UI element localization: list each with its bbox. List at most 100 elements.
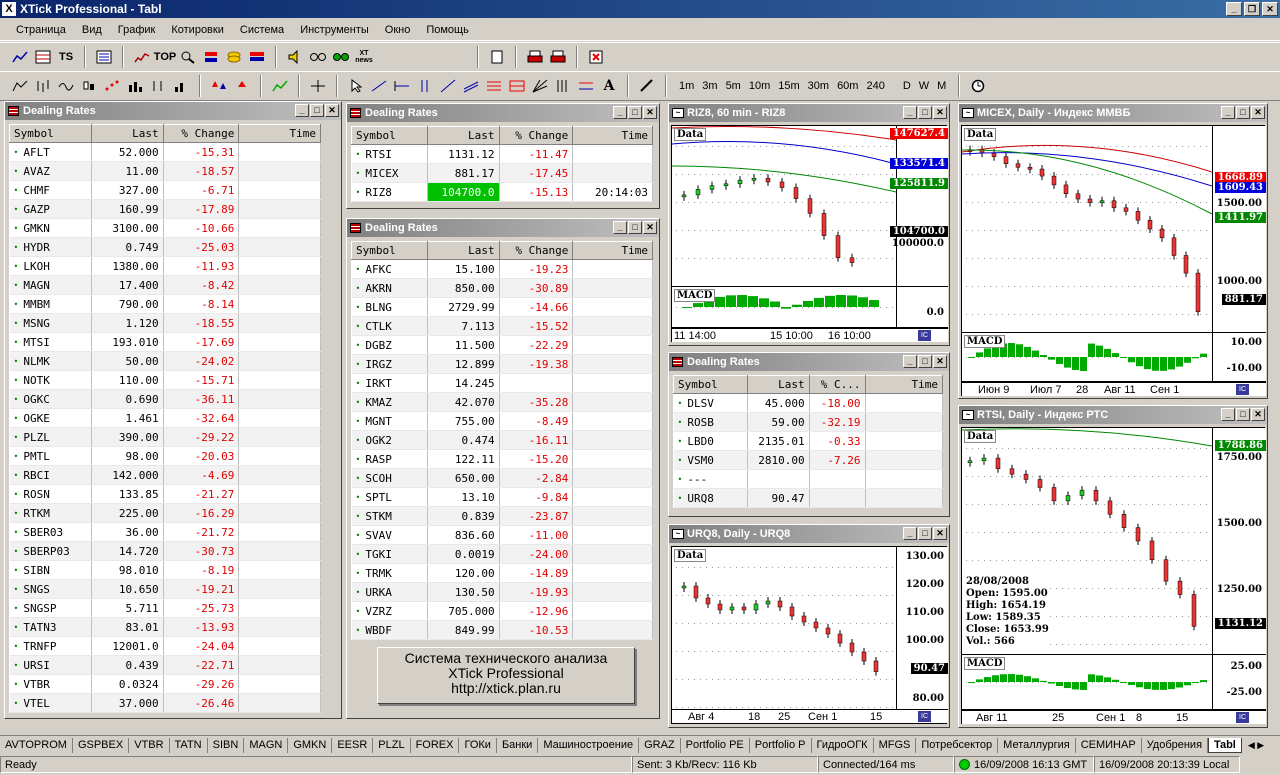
trendline-icon[interactable]	[369, 76, 389, 96]
table-row[interactable]: URSI0.439-22.71	[9, 655, 321, 675]
news-icon[interactable]	[132, 47, 152, 67]
sheet-tab[interactable]: SIBN	[208, 737, 245, 753]
close-button[interactable]: ✕	[325, 104, 339, 117]
sheet-tab[interactable]: СЕМИНАР	[1076, 737, 1142, 753]
minimize-button[interactable]: _	[1226, 2, 1242, 16]
table-row[interactable]: URQ890.47	[673, 488, 943, 508]
menu-item[interactable]: График	[118, 24, 156, 36]
table-row[interactable]: ---	[673, 469, 943, 489]
minimize-button[interactable]: _	[613, 106, 627, 119]
timeframe-button[interactable]: 3m	[698, 80, 721, 92]
sheet-tab[interactable]: Банки	[497, 737, 539, 753]
glasses2-icon[interactable]	[331, 47, 351, 67]
table-row[interactable]: MAGN17.400-8.42	[9, 275, 321, 295]
table-row[interactable]: RASP122.11-15.20	[351, 449, 653, 469]
table-row[interactable]: RTKM225.00-16.29	[9, 503, 321, 523]
table-row[interactable]: VSM02810.00-7.26	[673, 450, 943, 470]
shapes2-icon[interactable]	[232, 76, 252, 96]
chart-area[interactable]: Data 147627.4 133571.4 125811.9 104700.0…	[671, 125, 948, 342]
ohlc-icon[interactable]	[148, 76, 168, 96]
menu-item[interactable]: Окно	[385, 24, 411, 36]
sheet-tab[interactable]: FOREX	[411, 737, 460, 753]
maximize-button[interactable]: □	[628, 106, 642, 119]
timeframe-button[interactable]: W	[915, 80, 933, 92]
sheet-tab[interactable]: VTBR	[129, 737, 170, 753]
crosshair-icon[interactable]	[308, 76, 328, 96]
close-button[interactable]: ✕	[1251, 106, 1265, 119]
table-row[interactable]: SNGSP5.711-25.73	[9, 598, 321, 618]
table-row[interactable]: LKOH1380.00-11.93	[9, 256, 321, 276]
text-icon[interactable]: A	[599, 76, 619, 96]
sheet-tab[interactable]: PLZL	[373, 737, 411, 753]
xt-news-icon[interactable]: XT news	[354, 47, 374, 67]
flag-icon[interactable]	[247, 47, 267, 67]
scatter-icon[interactable]	[102, 76, 122, 96]
channel-icon[interactable]	[461, 76, 481, 96]
levels-icon[interactable]	[576, 76, 596, 96]
cycles-icon[interactable]	[553, 76, 573, 96]
table-row[interactable]: AKRN850.00-30.89	[351, 278, 653, 298]
indicator-icon[interactable]	[270, 76, 290, 96]
volume-icon[interactable]	[171, 76, 191, 96]
sheet-tab[interactable]: AVTOPROM	[0, 737, 73, 753]
gann-icon[interactable]	[530, 76, 550, 96]
sheet-tab[interactable]: Удобрения	[1142, 737, 1209, 753]
table-row[interactable]: AFLT52.000-15.31	[9, 142, 321, 162]
table-row[interactable]: OGKE1.461-32.64	[9, 408, 321, 428]
maximize-button[interactable]: □	[1236, 106, 1250, 119]
table-row[interactable]: CTLK7.113-15.52	[351, 316, 653, 336]
minimize-button[interactable]: _	[613, 221, 627, 234]
column-header[interactable]: Time	[864, 375, 943, 394]
chart-area[interactable]: Data 28/08/2008 Open: 1595.00 High: 1654…	[961, 427, 1266, 724]
table-row[interactable]: OGKC0.690-36.11	[9, 389, 321, 409]
sheet-tab[interactable]: MFGS	[874, 737, 917, 753]
ray-icon[interactable]	[438, 76, 458, 96]
sound-icon[interactable]	[285, 47, 305, 67]
minimize-button[interactable]: _	[1221, 106, 1235, 119]
table-row[interactable]: SBER0336.00-21.72	[9, 522, 321, 542]
close-button[interactable]: ✕	[1262, 2, 1278, 16]
table-row[interactable]: DLSV45.000-18.00	[673, 393, 943, 413]
fibo-icon[interactable]	[484, 76, 504, 96]
chart-settings-icon[interactable]: IC	[1236, 384, 1249, 395]
table-row[interactable]: SPTL13.10-9.84	[351, 487, 653, 507]
table-row[interactable]: ROSB59.00-32.19	[673, 412, 943, 432]
table-row[interactable]: CHMF327.00-6.71	[9, 180, 321, 200]
table-row[interactable]: SCOH650.00-2.84	[351, 468, 653, 488]
sheet-tab[interactable]: ГидроОГК	[812, 737, 874, 753]
sheet-tab[interactable]: Машиностроение	[538, 737, 640, 753]
table-row[interactable]: RIZ8104700.0-15.1320:14:03	[351, 182, 653, 202]
sheet-tab[interactable]: MAGN	[244, 737, 289, 753]
table-row[interactable]: STKM0.839-23.87	[351, 506, 653, 526]
table-row[interactable]: VZRZ705.000-12.96	[351, 601, 653, 621]
timeframe-button[interactable]: 15m	[774, 80, 803, 92]
close-doc-icon[interactable]	[586, 47, 606, 67]
table-row[interactable]: SIBN98.010-8.19	[9, 560, 321, 580]
table-row[interactable]: TATN383.01-13.93	[9, 617, 321, 637]
sheet-tab[interactable]: Portfolio PE	[681, 737, 750, 753]
timeframe-button[interactable]: 10m	[745, 80, 774, 92]
table-row[interactable]: VTBR0.0324-29.26	[9, 674, 321, 694]
column-header[interactable]: Symbol	[9, 124, 92, 143]
table-row[interactable]: LBD02135.01-0.33	[673, 431, 943, 451]
column-header[interactable]: Time	[572, 126, 653, 145]
timeframe-button[interactable]: 30m	[804, 80, 833, 92]
timeframe-button[interactable]: M	[933, 80, 950, 92]
table-row[interactable]: WBDF849.99-10.53	[351, 620, 653, 640]
line-chart-icon[interactable]	[10, 47, 30, 67]
maximize-button[interactable]: □	[918, 527, 932, 540]
table-row[interactable]: KMAZ42.070-35.28	[351, 392, 653, 412]
column-header[interactable]: Last	[746, 375, 810, 394]
minimize-button[interactable]: _	[903, 106, 917, 119]
table-row[interactable]: GMKN3100.00-10.66	[9, 218, 321, 238]
menu-item[interactable]: Инструменты	[300, 24, 369, 36]
column-header[interactable]: % Change	[162, 124, 240, 143]
column-header[interactable]: Time	[238, 124, 321, 143]
chart-area[interactable]: Data 1668.89 1609.43 1500.00 1411.97 100…	[961, 125, 1266, 396]
bar-chart-icon[interactable]	[33, 76, 53, 96]
table-row[interactable]: SVAV836.60-11.00	[351, 525, 653, 545]
timeframe-button[interactable]: D	[899, 80, 915, 92]
chart-settings-icon[interactable]: IC	[918, 711, 931, 722]
close-button[interactable]: ✕	[933, 355, 947, 368]
minimize-button[interactable]: _	[903, 527, 917, 540]
